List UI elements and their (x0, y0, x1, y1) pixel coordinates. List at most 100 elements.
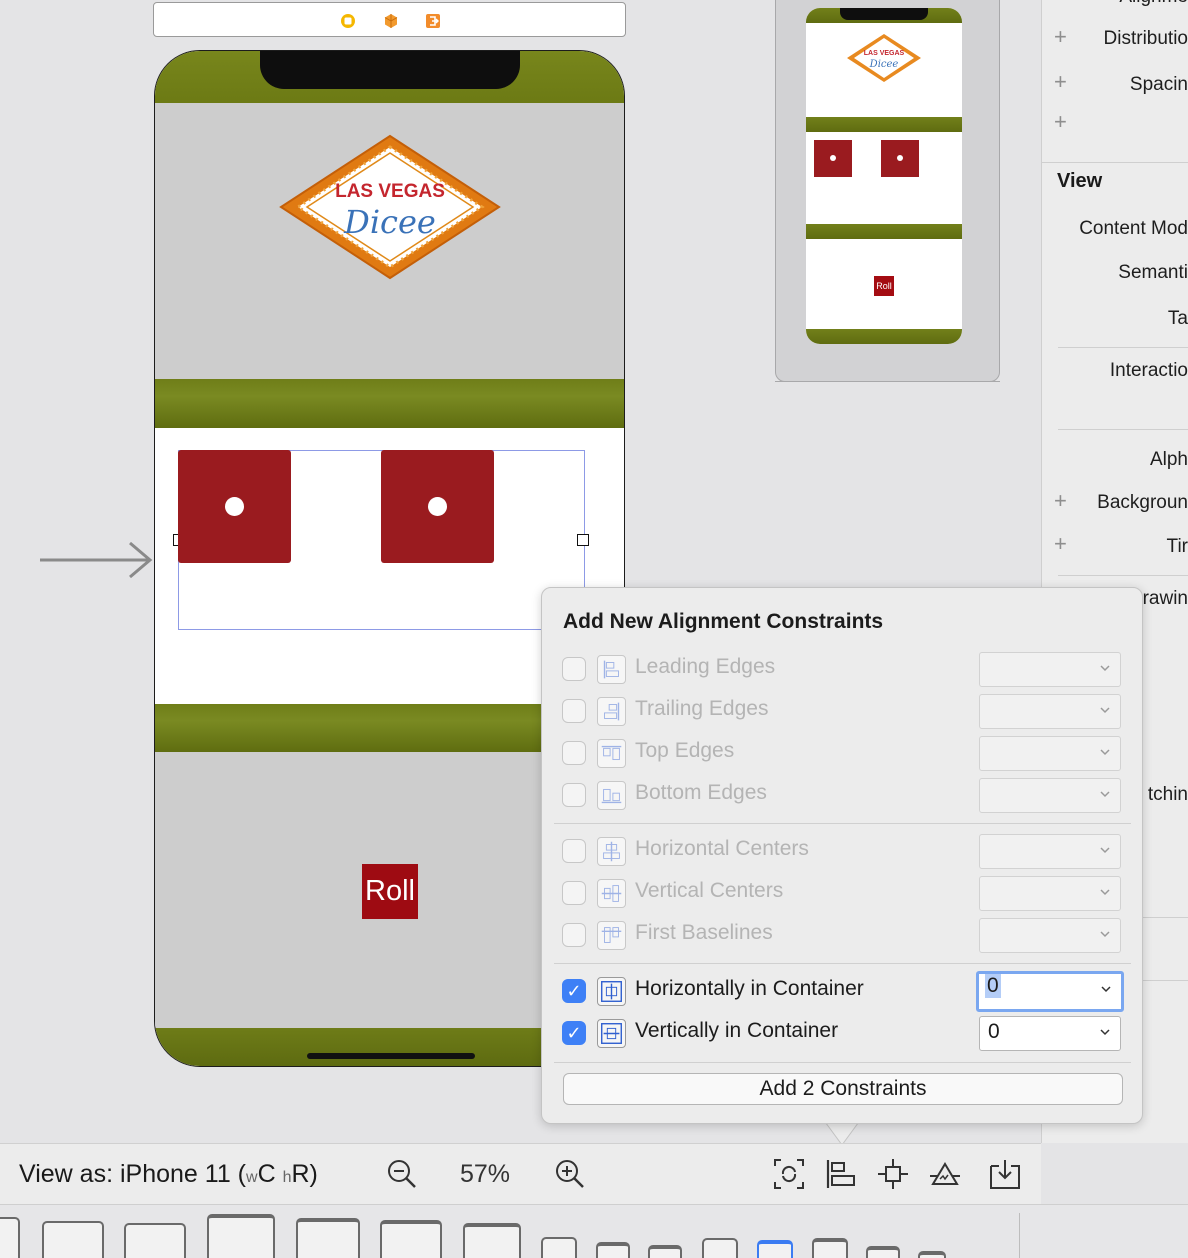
inspector-divider (1058, 575, 1188, 576)
vertically-in-container-value-field[interactable]: 0 (979, 1016, 1121, 1051)
exit-icon[interactable] (425, 13, 441, 29)
first-baselines-value-select[interactable] (979, 918, 1121, 953)
plus-icon[interactable]: + (1054, 531, 1067, 557)
vertical-centers-value-select[interactable] (979, 876, 1121, 911)
mini-logo-section: LAS VEGAS Dicee (806, 23, 962, 117)
device-iphone-se[interactable] (648, 1245, 682, 1258)
inspector-background-label: Backgroun (1097, 492, 1188, 513)
top-edges-value-select[interactable] (979, 736, 1121, 771)
mini-dice-right (881, 140, 919, 177)
plus-icon[interactable]: + (1054, 109, 1067, 135)
zoom-out-icon[interactable] (386, 1158, 418, 1190)
inspector-spacing-label: Spacin (1129, 74, 1188, 95)
device-ipad-landscape[interactable] (42, 1221, 104, 1258)
horizontal-centers-checkbox[interactable] (562, 839, 586, 863)
die-pip (225, 497, 244, 516)
vertical-centers-checkbox[interactable] (562, 881, 586, 905)
plus-icon[interactable]: + (1054, 488, 1067, 514)
mini-preview-card-edge (775, 370, 1000, 382)
inspector-interaction-label: Interactio (1109, 360, 1188, 381)
view-as-device-button[interactable]: View as: iPhone 11 (wC hR) (19, 1160, 318, 1189)
logo-section[interactable]: LAS VEGAS Dicee (155, 103, 624, 379)
device-iphone-xs[interactable] (866, 1246, 900, 1258)
width-class-prefix: w (246, 1169, 258, 1186)
trailing-edges-value-select[interactable] (979, 694, 1121, 729)
horizontal-centers-icon (597, 837, 626, 866)
mini-middle-band-bottom (806, 224, 962, 239)
chevron-down-icon[interactable] (1100, 983, 1112, 995)
zoom-in-icon[interactable] (554, 1158, 586, 1190)
device-ipad-10[interactable] (380, 1220, 442, 1258)
device-iphone-11-pro[interactable] (812, 1238, 848, 1258)
bottom-edges-icon (597, 781, 626, 810)
device-iphone-11[interactable] (757, 1240, 793, 1258)
device-selector-bar (0, 1204, 1188, 1258)
add-constraints-icon[interactable] (877, 1158, 909, 1190)
resolve-issues-icon[interactable] (929, 1158, 961, 1190)
vertical-centers-icon (597, 879, 626, 908)
bottom-edges-checkbox[interactable] (562, 783, 586, 807)
device-ipad-pro-12[interactable] (207, 1214, 275, 1258)
leading-edges-checkbox[interactable] (562, 657, 586, 681)
vertically-in-container-checkbox[interactable]: ✓ (562, 1021, 586, 1045)
horizontal-offset-value[interactable]: 0 (985, 974, 1001, 998)
dice-image-right[interactable] (381, 450, 494, 563)
trailing-edges-label: Trailing Edges (635, 697, 769, 720)
device-iphone-8[interactable] (596, 1242, 630, 1258)
embed-in-icon[interactable] (989, 1158, 1021, 1190)
vertical-offset-value[interactable]: 0 (988, 1020, 1000, 1044)
inspector-semantic-label: Semanti (1118, 262, 1188, 283)
device-ipad-air[interactable] (124, 1223, 186, 1258)
device-iphone-11-pro-max[interactable] (702, 1238, 738, 1258)
device-ipad-pro-large[interactable] (0, 1217, 20, 1258)
las-vegas-logo-image[interactable]: LAS VEGAS Dicee (277, 133, 503, 281)
view-controller-icon[interactable] (340, 13, 356, 29)
plus-icon[interactable]: + (1054, 69, 1067, 95)
chevron-down-icon[interactable] (1099, 1026, 1111, 1038)
horizontally-in-container-checkbox[interactable]: ✓ (562, 979, 586, 1003)
chevron-down-icon (1100, 791, 1110, 798)
align-icon[interactable] (825, 1158, 857, 1190)
inspector-content-mode-label: Content Mod (1079, 218, 1188, 239)
mini-dice-section (806, 132, 962, 224)
mini-logo-image: LAS VEGAS Dicee (847, 34, 921, 82)
horizontal-centers-label: Horizontal Centers (635, 837, 809, 860)
popover-divider (554, 823, 1131, 824)
first-baselines-checkbox[interactable] (562, 923, 586, 947)
mini-die-pip (830, 155, 836, 161)
resize-handle-right[interactable] (577, 534, 589, 546)
inspector-divider (1058, 347, 1188, 348)
entry-point-arrow[interactable] (38, 540, 154, 580)
alignment-constraints-popover[interactable]: Add New Alignment Constraints Leading Ed… (541, 587, 1143, 1124)
mini-preview-phone[interactable]: LAS VEGAS Dicee Roll (806, 8, 962, 344)
first-responder-icon[interactable] (383, 13, 399, 29)
zoom-level: 57% (460, 1160, 511, 1188)
bottom-edges-value-select[interactable] (979, 778, 1121, 813)
device-notch (260, 51, 520, 89)
bottom-edges-label: Bottom Edges (635, 781, 767, 804)
trailing-edges-checkbox[interactable] (562, 699, 586, 723)
device-ipad-pro-11[interactable] (296, 1218, 360, 1258)
vertical-centers-row: Vertical Centers (562, 876, 1124, 912)
device-ipad-mini[interactable] (463, 1223, 521, 1258)
inspector-drawing-label: rawin (1142, 588, 1188, 609)
leading-edges-value-select[interactable] (979, 652, 1121, 687)
dice-image-left[interactable] (178, 450, 291, 563)
roll-button[interactable]: Roll (362, 864, 418, 919)
height-class: R (291, 1160, 310, 1188)
popover-title: Add New Alignment Constraints (563, 610, 884, 633)
horizontal-centers-value-select[interactable] (979, 834, 1121, 869)
horizontally-in-container-value-field[interactable]: 0 (976, 971, 1124, 1012)
mini-dice-left (814, 140, 852, 177)
mini-bottom-band (806, 329, 962, 344)
top-edges-label: Top Edges (635, 739, 735, 762)
plus-icon[interactable]: + (1054, 24, 1067, 50)
device-iphone-8-plus[interactable] (541, 1237, 577, 1258)
update-frames-icon[interactable] (773, 1158, 805, 1190)
inspector-divider (1058, 429, 1188, 430)
add-constraints-button[interactable]: Add 2 Constraints (563, 1073, 1123, 1105)
view-as-prefix: View as: iPhone 11 ( (19, 1160, 246, 1188)
top-edges-checkbox[interactable] (562, 741, 586, 765)
device-iphone-4s[interactable] (918, 1251, 946, 1258)
popover-divider (554, 963, 1131, 964)
